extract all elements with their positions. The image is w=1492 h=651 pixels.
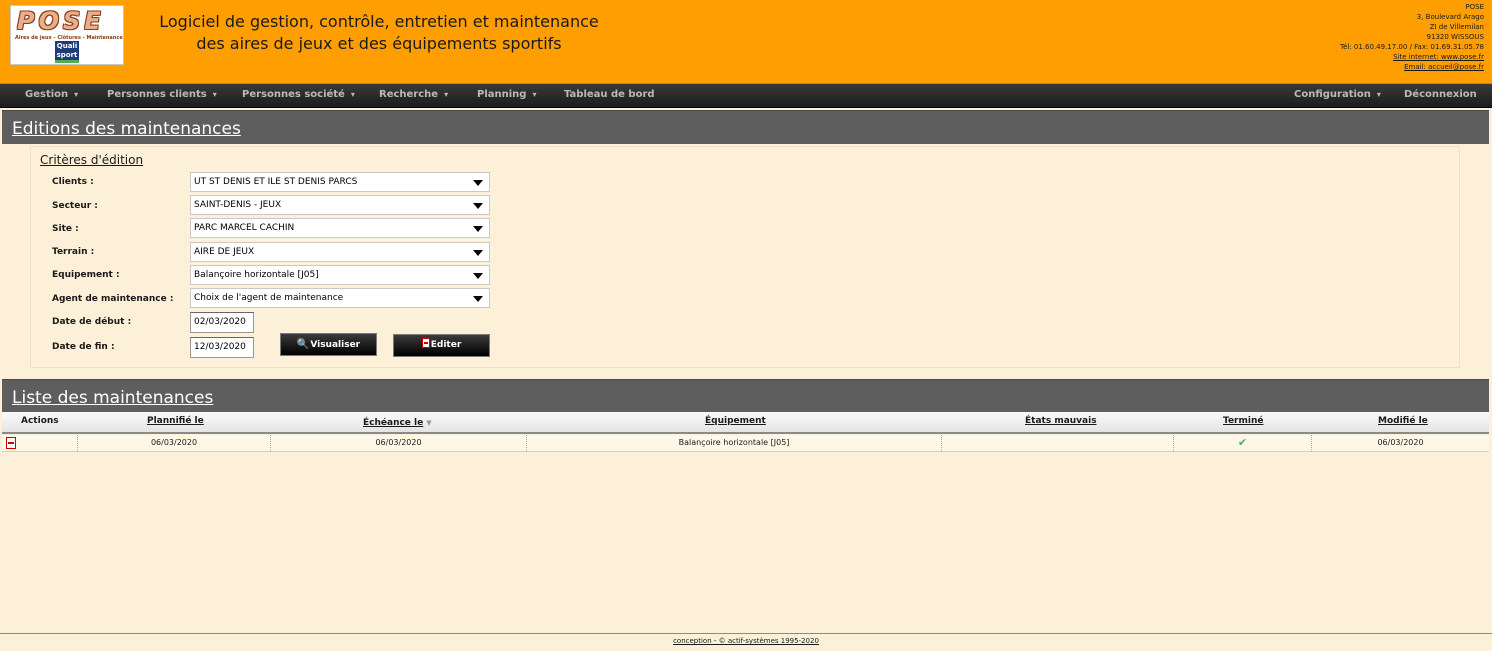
editer-button[interactable]: Editer — [393, 334, 490, 357]
site-select[interactable]: PARC MARCEL CACHIN — [190, 218, 490, 238]
company-info: POSE 3, Boulevard Arago ZI de Villemilan… — [1339, 3, 1484, 71]
nav-personnes-societe[interactable]: Personnes société ▾ — [242, 84, 355, 108]
main-nav: Gestion ▾ Personnes clients ▾ Personnes so… — [0, 84, 1492, 108]
col-etats-mauvais[interactable]: États mauvais — [1025, 416, 1097, 426]
maintenance-table-header: Actions Plannifié le Échéance le ▼ Équipe… — [2, 412, 1489, 434]
nav-tableau-de-bord[interactable]: Tableau de bord — [564, 84, 655, 108]
app-title: Logiciel de gestion, contrôle, entretien… — [159, 12, 599, 53]
chevron-down-icon — [473, 250, 483, 256]
liste-section-header: Liste des maintenances — [2, 379, 1489, 413]
equipement-select[interactable]: Balançoire horizontale [J05] — [190, 265, 490, 285]
nav-planning[interactable]: Planning ▾ — [477, 84, 536, 108]
editions-section-title[interactable]: Editions des maintenances — [12, 119, 241, 139]
col-actions: Actions — [21, 416, 59, 426]
agent-label: Agent de maintenance : — [52, 294, 174, 304]
checkmark-icon: ✔ — [1237, 436, 1248, 449]
pdf-icon[interactable] — [6, 437, 16, 449]
table-row[interactable]: 06/03/2020 06/03/2020 Balançoire horizon… — [2, 435, 1489, 452]
liste-section-title[interactable]: Liste des maintenances — [12, 388, 213, 408]
clients-label: Clients : — [52, 177, 94, 187]
chevron-down-icon: ▾ — [1376, 90, 1381, 99]
chevron-down-icon: ▾ — [74, 90, 79, 99]
date-debut-label: Date de début : — [52, 317, 132, 327]
nav-personnes-clients[interactable]: Personnes clients ▾ — [107, 84, 217, 108]
magnifier-icon: 🔍 — [296, 339, 310, 350]
website-link[interactable]: Site internet: www.pose.fr — [1393, 53, 1484, 61]
col-equipement[interactable]: Équipement — [705, 416, 766, 426]
chevron-down-icon — [473, 296, 483, 302]
cell-termine: ✔ — [1173, 435, 1311, 452]
chevron-down-icon: ▾ — [350, 90, 355, 99]
secteur-select[interactable]: SAINT-DENIS - JEUX — [190, 195, 490, 215]
col-echeance[interactable]: Échéance le ▼ — [363, 418, 432, 428]
secteur-label: Secteur : — [52, 201, 98, 211]
chevron-down-icon: ▾ — [212, 90, 217, 99]
terrain-label: Terrain : — [52, 247, 95, 257]
nav-gestion[interactable]: Gestion ▾ — [25, 84, 78, 108]
clients-select[interactable]: UT ST DENIS ET ILE ST DENIS PARCS — [190, 172, 490, 192]
terrain-select[interactable]: AIRE DE JEUX — [190, 242, 490, 262]
chevron-down-icon — [473, 273, 483, 279]
editions-section-header: Editions des maintenances — [2, 110, 1489, 144]
criteria-title: Critères d'édition — [40, 153, 144, 167]
nav-recherche[interactable]: Recherche ▾ — [379, 84, 448, 108]
equipement-label: Equipement : — [52, 270, 120, 280]
footer: conception - © actif-systèmes 1995-2020 — [0, 633, 1492, 651]
agent-select[interactable]: Choix de l'agent de maintenance — [190, 288, 490, 308]
cell-actions — [2, 435, 77, 452]
cell-modifie: 06/03/2020 — [1311, 435, 1489, 452]
footer-credits[interactable]: conception - © actif-systèmes 1995-2020 — [673, 637, 819, 645]
nav-configuration[interactable]: Configuration ▾ — [1294, 84, 1381, 108]
cell-plannifie: 06/03/2020 — [77, 435, 270, 452]
cell-etats-mauvais — [941, 435, 1173, 452]
col-modifie[interactable]: Modifié le — [1378, 416, 1428, 426]
chevron-down-icon — [473, 203, 483, 209]
chevron-down-icon — [473, 180, 483, 186]
chevron-down-icon: ▾ — [444, 90, 449, 99]
chevron-down-icon — [473, 226, 483, 232]
date-debut-input[interactable]: 02/03/2020 — [190, 312, 254, 333]
date-fin-label: Date de fin : — [52, 342, 115, 352]
pdf-icon — [421, 338, 430, 348]
qualisport-badge: Quali sport — [55, 41, 79, 63]
site-label: Site : — [52, 224, 79, 234]
email-link[interactable]: Email: accueil@pose.fr — [1404, 63, 1484, 71]
logo-wordmark: POSE — [17, 7, 105, 35]
cell-equipement: Balançoire horizontale [J05] — [526, 435, 941, 452]
nav-deconnexion[interactable]: Déconnexion — [1404, 84, 1477, 108]
sort-down-icon: ▼ — [426, 419, 432, 427]
company-logo[interactable]: POSE Aires de jeux - Clôtures - Maintena… — [10, 5, 124, 65]
date-fin-input[interactable]: 12/03/2020 — [190, 337, 254, 358]
visualiser-button[interactable]: 🔍Visualiser — [280, 333, 377, 356]
app-header: POSE Aires de jeux - Clôtures - Maintena… — [0, 0, 1492, 84]
chevron-down-icon: ▾ — [532, 90, 537, 99]
cell-echeance: 06/03/2020 — [270, 435, 526, 452]
col-termine[interactable]: Terminé — [1223, 416, 1263, 426]
col-plannifie[interactable]: Plannifié le — [147, 416, 204, 426]
